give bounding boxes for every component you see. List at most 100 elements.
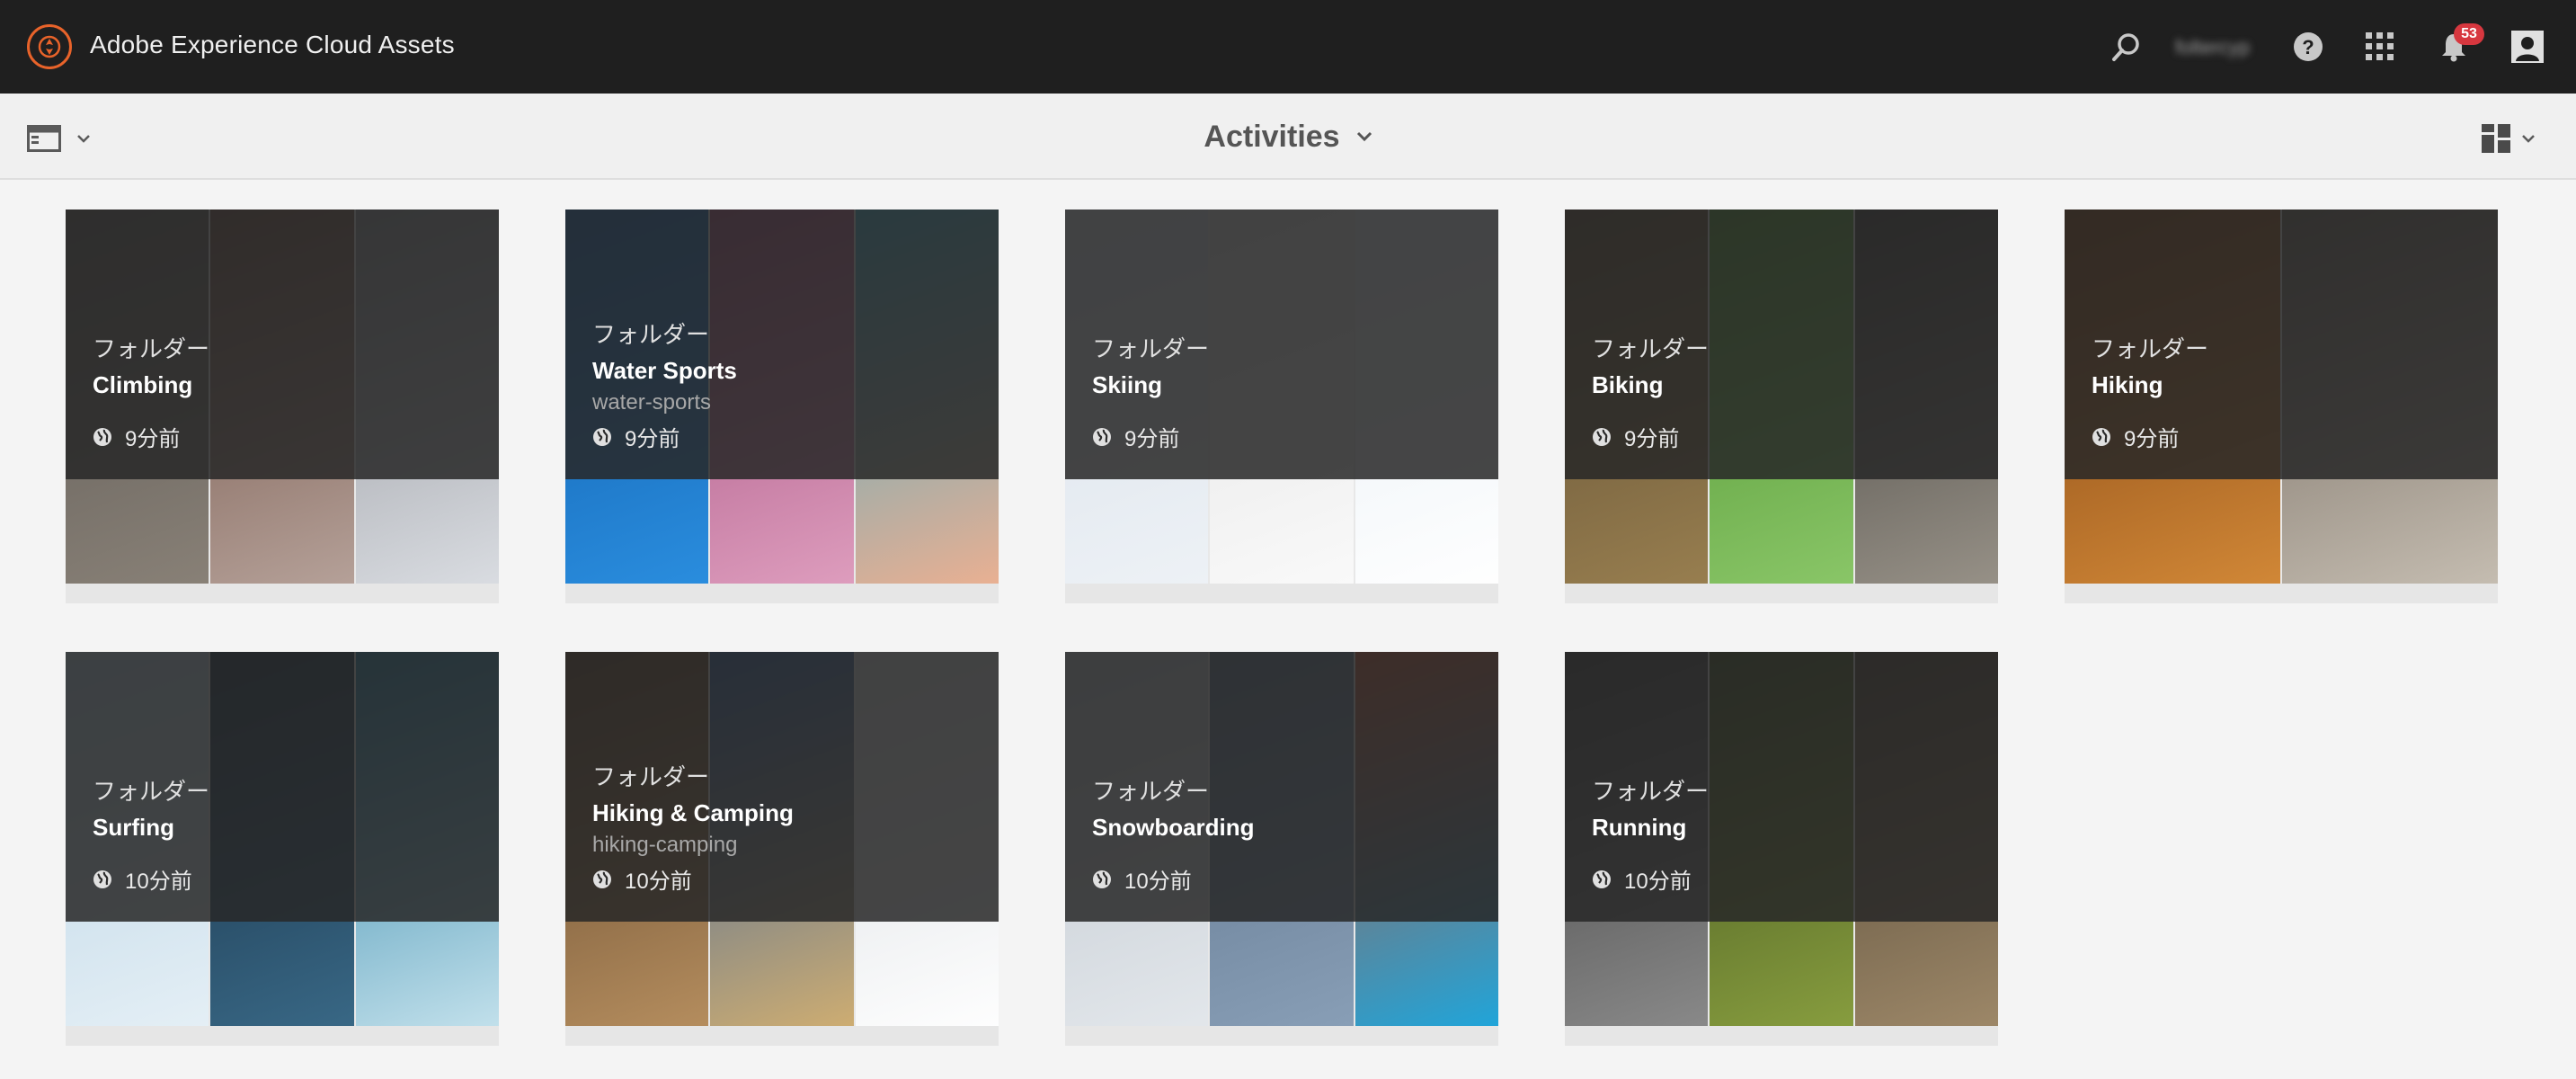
card-info-overlay: フォルダー Biking 9分前 — [1565, 210, 1998, 479]
modified-time: 10分前 — [625, 869, 692, 894]
card-title[interactable]: Skiing — [1092, 371, 1480, 399]
card-info: フォルダー Water Sports water-sports 9分前 — [592, 317, 981, 452]
folder-card[interactable]: フォルダー Water Sports water-sports 9分前 — [565, 210, 999, 603]
app-title[interactable]: Adobe Experience Cloud Assets — [90, 31, 455, 59]
card-title[interactable]: Water Sports — [592, 357, 981, 385]
card-type-label: フォルダー — [1592, 335, 1710, 362]
rail-toggle-button[interactable] — [27, 120, 99, 156]
card-info: フォルダー Biking 9分前 — [1592, 331, 1980, 452]
card-footer — [565, 1026, 999, 1046]
card-meta: 10分前 — [1092, 863, 1480, 895]
card-title[interactable]: Hiking & Camping — [592, 799, 981, 827]
modified-time: 9分前 — [625, 427, 680, 451]
globe-icon — [1093, 869, 1111, 888]
card-footer — [565, 584, 999, 603]
globe-icon — [593, 869, 611, 888]
globe-icon — [1593, 869, 1611, 888]
folder-card[interactable]: フォルダー Hiking & Camping hiking-camping 10分前 — [565, 652, 999, 1046]
card-info-overlay: フォルダー Hiking & Camping hiking-camping 10分前 — [565, 652, 999, 922]
chevron-down-icon — [77, 135, 90, 143]
card-info-overlay: フォルダー Water Sports water-sports 9分前 — [565, 210, 999, 479]
modified-time: 9分前 — [125, 427, 181, 451]
folder-card[interactable]: フォルダー Hiking 9分前 — [2065, 210, 2498, 603]
card-footer — [66, 584, 499, 603]
card-meta: 9分前 — [1092, 421, 1480, 452]
card-meta: 9分前 — [93, 421, 481, 452]
globe-icon — [593, 427, 611, 446]
notification-badge: 53 — [2454, 23, 2484, 45]
top-bar: Adobe Experience Cloud Assets foltercyp … — [0, 0, 2576, 94]
card-meta: 10分前 — [93, 863, 481, 895]
card-info: フォルダー Surfing 10分前 — [93, 773, 481, 895]
card-subtitle: water-sports — [592, 390, 712, 415]
modified-time: 10分前 — [1124, 869, 1192, 894]
folder-card[interactable]: フォルダー Biking 9分前 — [1565, 210, 1998, 603]
card-meta: 9分前 — [2092, 421, 2480, 452]
card-type-label: フォルダー — [93, 778, 210, 805]
card-info: フォルダー Snowboarding 10分前 — [1092, 773, 1480, 895]
card-info-overlay: フォルダー Snowboarding 10分前 — [1065, 652, 1498, 922]
card-title[interactable]: Climbing — [93, 371, 481, 399]
card-meta: 9分前 — [1592, 421, 1980, 452]
view-title-dropdown[interactable]: Activities — [1168, 115, 1408, 158]
card-info: フォルダー Running 10分前 — [1592, 773, 1980, 895]
card-info: フォルダー Climbing 9分前 — [93, 331, 481, 452]
view-switcher-button[interactable] — [2481, 120, 2553, 156]
folder-card[interactable]: フォルダー Climbing 9分前 — [66, 210, 499, 603]
card-footer — [1065, 1026, 1498, 1046]
card-meta: 9分前 — [592, 421, 981, 452]
folder-card[interactable]: フォルダー Skiing 9分前 — [1065, 210, 1498, 603]
help-icon[interactable]: ? — [2288, 27, 2328, 67]
card-type-label: フォルダー — [1092, 778, 1210, 805]
modified-time: 10分前 — [1624, 869, 1692, 894]
globe-icon — [1093, 427, 1111, 446]
card-title[interactable]: Snowboarding — [1092, 814, 1480, 842]
chevron-down-icon — [2522, 135, 2535, 143]
folder-card[interactable]: フォルダー Running 10分前 — [1565, 652, 1998, 1046]
card-info-overlay: フォルダー Hiking 9分前 — [2065, 210, 2498, 479]
apps-grid-icon[interactable] — [2360, 27, 2400, 67]
card-meta: 10分前 — [592, 863, 981, 895]
user-profile-icon[interactable] — [2508, 27, 2547, 67]
card-meta: 10分前 — [1592, 863, 1980, 895]
folder-card[interactable]: フォルダー Surfing 10分前 — [66, 652, 499, 1046]
card-info-overlay: フォルダー Surfing 10分前 — [66, 652, 499, 922]
card-info: フォルダー Hiking & Camping hiking-camping 10分前 — [592, 759, 981, 895]
card-info: フォルダー Hiking 9分前 — [2092, 331, 2480, 452]
chevron-down-icon — [1356, 131, 1372, 142]
card-footer — [1565, 1026, 1998, 1046]
card-type-label: フォルダー — [592, 763, 710, 790]
search-icon[interactable] — [2107, 27, 2146, 67]
card-view-icon — [2482, 124, 2510, 153]
globe-icon — [93, 869, 111, 888]
card-info: フォルダー Skiing 9分前 — [1092, 331, 1480, 452]
card-subtitle: hiking-camping — [592, 833, 738, 857]
rail-toggle-icon — [27, 125, 61, 152]
card-type-label: フォルダー — [592, 321, 710, 348]
modified-time: 9分前 — [1124, 427, 1180, 451]
card-title[interactable]: Surfing — [93, 814, 481, 842]
card-footer — [66, 1026, 499, 1046]
svg-text:?: ? — [2302, 36, 2314, 58]
card-title[interactable]: Hiking — [2092, 371, 2480, 399]
card-title[interactable]: Running — [1592, 814, 1980, 842]
card-type-label: フォルダー — [1592, 778, 1710, 805]
globe-icon — [2092, 427, 2110, 446]
card-type-label: フォルダー — [2092, 335, 2209, 362]
globe-icon — [1593, 427, 1611, 446]
card-footer — [1065, 584, 1498, 603]
card-info-overlay: フォルダー Skiing 9分前 — [1065, 210, 1498, 479]
globe-icon — [93, 427, 111, 446]
card-info-overlay: フォルダー Running 10分前 — [1565, 652, 1998, 922]
adobe-logo-icon[interactable] — [27, 24, 72, 69]
page-title: Activities — [1204, 119, 1340, 154]
logo-glyph — [38, 35, 61, 58]
card-info-overlay: フォルダー Climbing 9分前 — [66, 210, 499, 479]
modified-time: 10分前 — [125, 869, 192, 894]
card-footer — [2065, 584, 2498, 603]
card-title[interactable]: Biking — [1592, 371, 1980, 399]
modified-time: 9分前 — [1624, 427, 1680, 451]
folder-card[interactable]: フォルダー Snowboarding 10分前 — [1065, 652, 1498, 1046]
user-name[interactable]: foltercyp — [2175, 36, 2250, 59]
card-footer — [1565, 584, 1998, 603]
